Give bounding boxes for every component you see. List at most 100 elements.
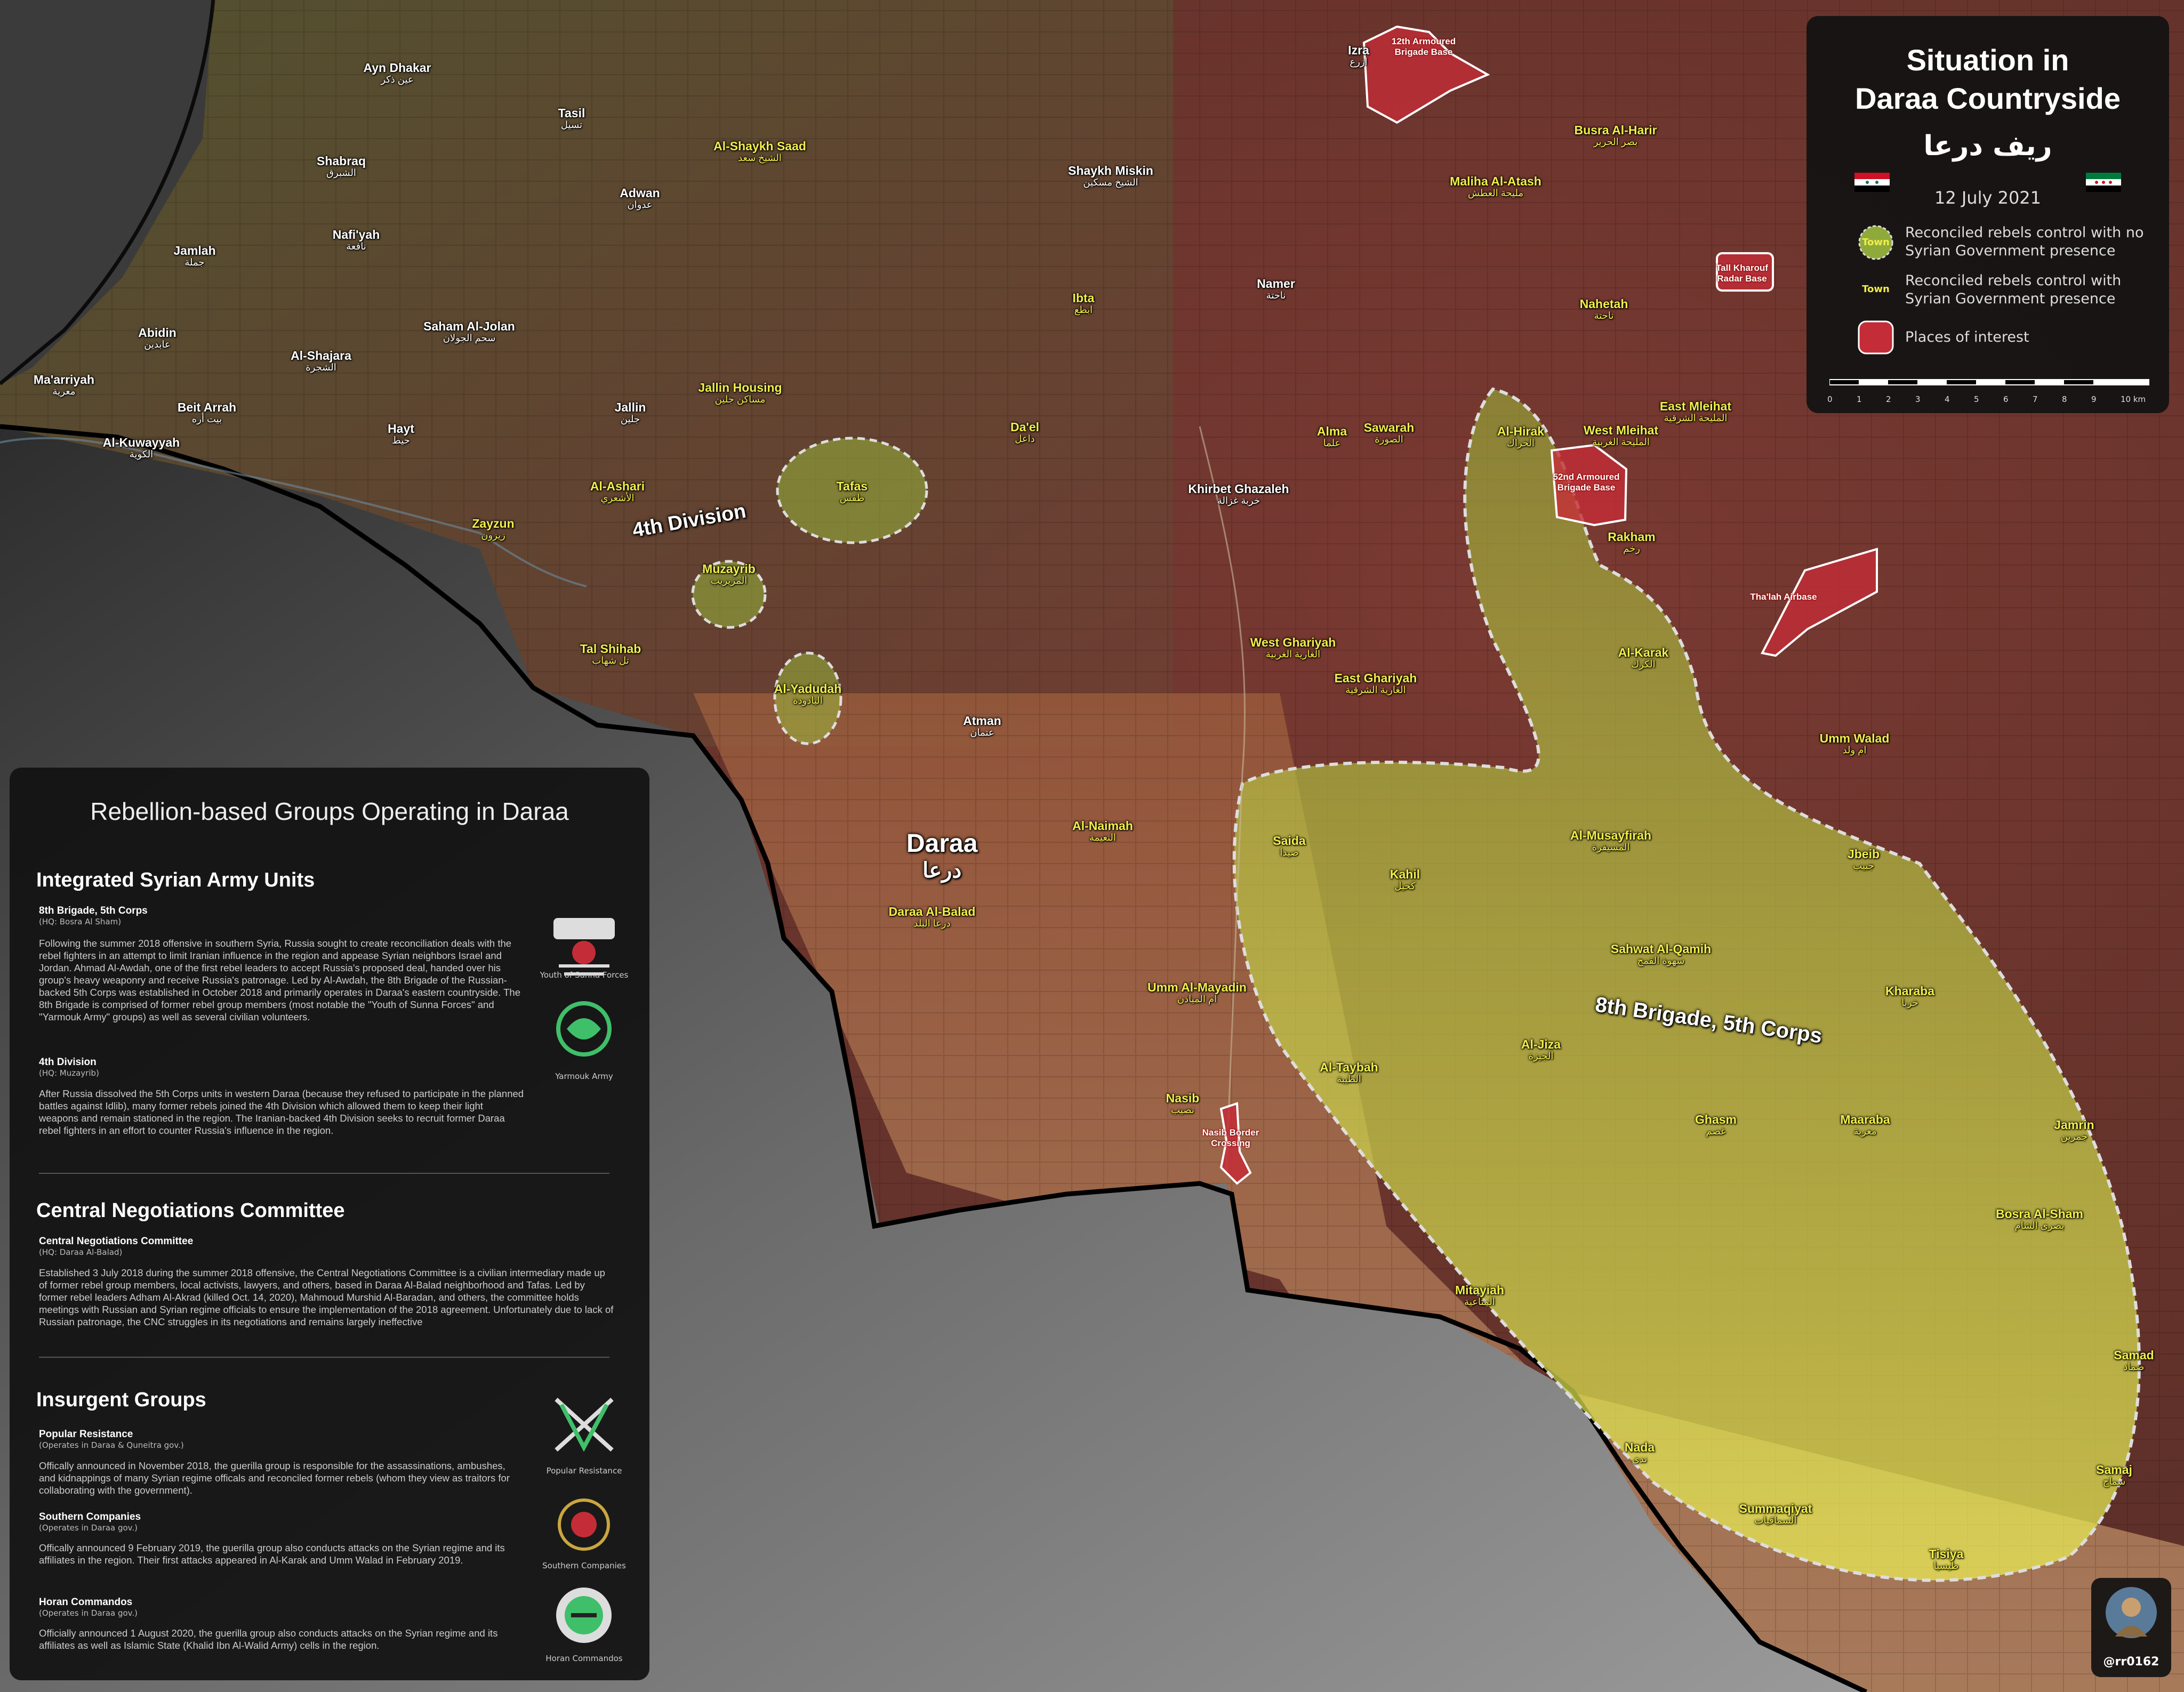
legend-panel: Situation in Daraa Countryside ريف درعا …	[1806, 16, 2169, 413]
poi-label: Tha'lah Airbase	[1750, 592, 1817, 602]
town-name: Saham Al-Jolan	[423, 319, 515, 333]
scale-tick-label: 9	[2091, 394, 2097, 404]
town-name: Ma'arriyah	[33, 373, 95, 386]
town-name-arabic: جملة	[184, 257, 205, 268]
syria-opposition-flag-icon	[2086, 173, 2121, 192]
town-label: Da'el داعل	[1010, 420, 1039, 445]
group-name-horan-commandos: Horan Commandos	[39, 1597, 133, 1608]
popular-resistance-logo-icon	[555, 1398, 614, 1452]
logo-caption: Popular Resistance	[546, 1466, 622, 1476]
town-name-arabic: درعا البلد	[913, 918, 951, 929]
town-label: Jamrin جمرين	[2054, 1118, 2094, 1142]
group-text-horan-commandos: Officially announced 1 August 2020, the …	[39, 1627, 498, 1651]
town-label: Daraa Al-Balad درعا البلد	[889, 905, 976, 929]
town-name: Tal Shihab	[580, 642, 641, 656]
town-name-arabic: داعل	[1015, 433, 1035, 445]
town-name-arabic: مليحة العطش	[1467, 188, 1524, 199]
town-label: Al-Taybah الطيبة	[1320, 1060, 1378, 1085]
poi-label-line: Radar Base	[1717, 273, 1767, 284]
town-name: Alma	[1316, 424, 1347, 438]
town-name-arabic: المتاعية	[1464, 1296, 1495, 1308]
town-name-arabic: المليحة الشرقية	[1664, 413, 1728, 424]
town-name: West Ghariyah	[1250, 635, 1336, 649]
town-name: Al-Karak	[1618, 646, 1669, 659]
town-name-arabic: نافعة	[346, 241, 366, 252]
scale-tick-label: 10 km	[2121, 394, 2146, 404]
group-name-southern-companies: Southern Companies	[39, 1511, 141, 1522]
town-label: Tasil تسيل	[558, 106, 585, 131]
town-name: Nahetah	[1579, 297, 1628, 311]
town-label: Muzayrib المزيريب	[702, 562, 756, 586]
town-label: Nafi'yah نافعة	[333, 228, 380, 252]
town-name-arabic: الحراك	[1507, 438, 1535, 449]
town-name-arabic: غصم	[1706, 1126, 1726, 1137]
town-label: Izra ازرع	[1348, 43, 1369, 68]
legend-text-line2: Syrian Government presence	[1905, 291, 2116, 307]
scale-tick-label: 3	[1915, 394, 1921, 404]
town-label: Al-Shaykh Saad الشيخ سعد	[713, 139, 806, 164]
town-name-arabic: رخم	[1623, 543, 1640, 554]
town-name: Jallin	[614, 400, 646, 414]
town-label: Jallin جلين	[614, 400, 646, 425]
scale-tick-label: 7	[2033, 394, 2038, 404]
town-label: Beit Arrah بيت أره	[178, 400, 236, 425]
unit-name-8th-brigade: 8th Brigade, 5th Corps	[39, 905, 148, 916]
town-name: Namer	[1257, 277, 1295, 291]
poi-label-line: 12th Armoured	[1391, 36, 1456, 46]
legend-text-poi: Places of interest	[1905, 329, 2029, 345]
town-name: Tasil	[558, 106, 585, 120]
unit-hq-4th-division: (HQ: Muzayrib)	[39, 1068, 99, 1078]
scale-tick-label: 0	[1827, 394, 1833, 404]
section-title-cnc: Central Negotiations Committee	[36, 1199, 345, 1222]
town-name: Maliha Al-Atash	[1450, 174, 1541, 188]
section-divider	[39, 1357, 609, 1358]
unit-name-4th-division: 4th Division	[39, 1057, 97, 1068]
poi-label: Nasib Border Crossing	[1202, 1127, 1259, 1148]
town-name-arabic: جلين	[620, 414, 640, 425]
poi-label-line: Brigade Base	[1557, 482, 1616, 493]
poi-label: Tall Kharouf Radar Base	[1716, 263, 1768, 284]
unit-hq-cnc: (HQ: Daraa Al-Balad)	[39, 1247, 123, 1257]
town-label: Tal Shihab تل شهاب	[580, 642, 641, 666]
town-name: Al-Naimah	[1072, 819, 1133, 833]
town-name-arabic: عدوان	[627, 199, 653, 211]
map-title-arabic: ريف درعا	[1923, 130, 2052, 162]
town-name-arabic: الجيزة	[1528, 1051, 1554, 1062]
town-name-arabic: ام المياذن	[1177, 994, 1217, 1005]
town-name-arabic: زيزون	[481, 530, 505, 541]
town-label: Sahwat Al-Qamih سهوة القمح	[1611, 942, 1711, 966]
town-name-arabic: الشيخ مسكين	[1083, 177, 1138, 188]
town-label: Namer ناحتة	[1257, 277, 1295, 301]
town-label: Al-Kuwayyah الكوية	[103, 436, 180, 460]
town-label: East Mleihat المليحة الشرقية	[1660, 399, 1731, 424]
section-divider	[39, 1173, 609, 1174]
town-name: Al-Shajara	[291, 349, 351, 362]
unit-text-8th-brigade: Following the summer 2018 offensive in s…	[39, 938, 520, 1022]
town-name: Samaj	[2096, 1463, 2132, 1477]
town-name-arabic: الكرك	[1631, 659, 1656, 670]
scale-tick-label: 6	[2003, 394, 2009, 404]
town-name-arabic: ابطع	[1074, 304, 1093, 316]
town-label: Sawarah الصورة	[1364, 421, 1415, 445]
town-name-arabic: الأشعري	[600, 493, 635, 504]
town-name-arabic: النعيمة	[1089, 832, 1117, 843]
avatar	[2106, 1587, 2157, 1638]
town-label: Nada ندى	[1625, 1440, 1655, 1465]
scale-tick-label: 4	[1945, 394, 1950, 404]
unit-text-cnc: Established 3 July 2018 during the summe…	[39, 1267, 614, 1327]
southern-companies-logo-icon	[558, 1498, 610, 1551]
group-text-southern-companies: Offically announced 9 February 2019, the…	[39, 1542, 505, 1566]
town-label: Umm Walad ام ولد	[1820, 731, 1890, 756]
town-label: Zayzun زيزون	[472, 517, 514, 541]
town-name-arabic: عتمان	[970, 727, 994, 738]
town-name-arabic: اليادودة	[793, 695, 823, 706]
town-label: West Mleihat المليحة الغربية	[1584, 423, 1658, 448]
town-name-arabic: تل شهاب	[592, 655, 629, 666]
town-name-arabic: ناحتة	[1594, 310, 1614, 321]
town-label: Bosra Al-Sham بصرى الشام	[1996, 1207, 2083, 1231]
town-label: Al-Naimah النعيمة	[1072, 819, 1133, 843]
town-label: Al-Shajara الشجرة	[291, 349, 351, 373]
town-name-arabic: طفس	[839, 493, 865, 504]
town-name: Al-Yadudah	[774, 682, 842, 696]
town-name: Izra	[1348, 43, 1369, 57]
